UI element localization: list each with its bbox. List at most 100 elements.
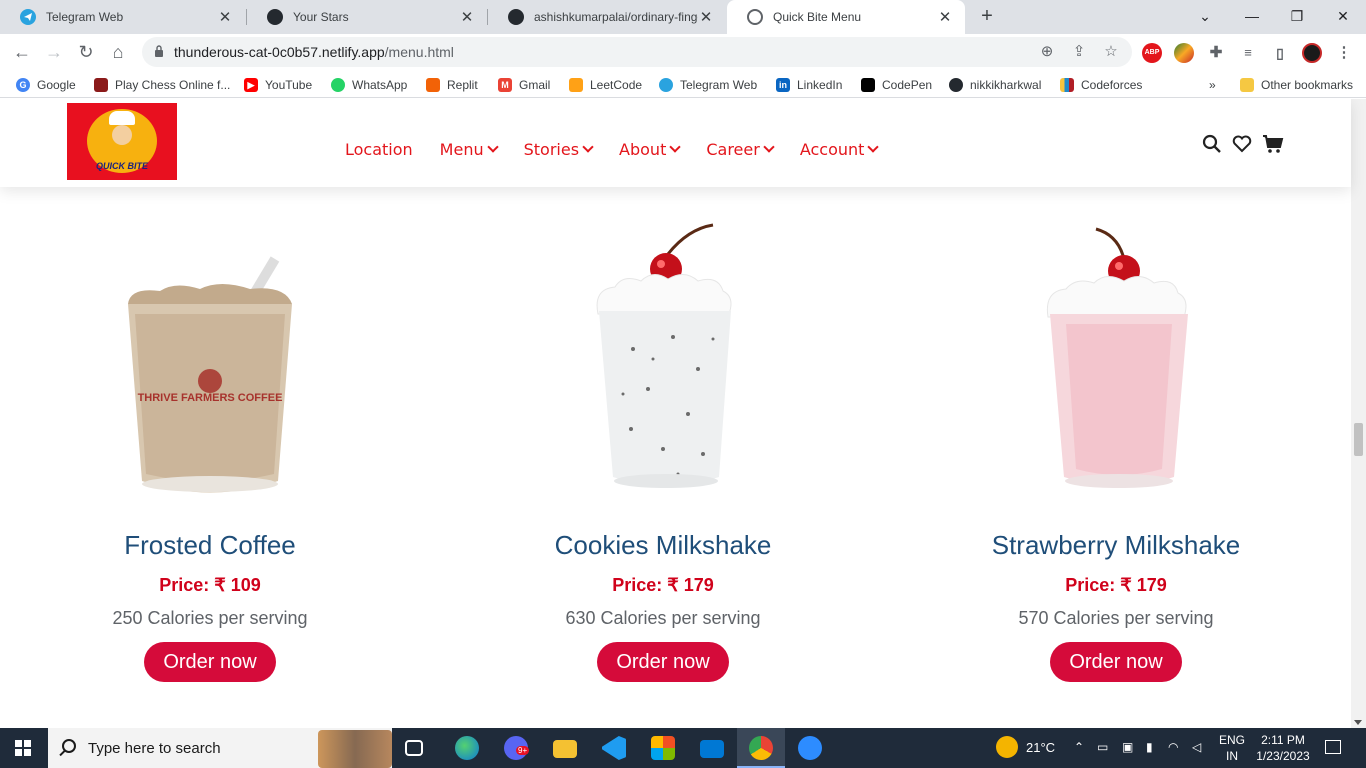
bookmark-codepen[interactable]: CodePen: [861, 76, 932, 94]
github-icon: [267, 9, 283, 25]
minimize-button[interactable]: —: [1240, 5, 1264, 29]
new-tab-button[interactable]: +: [977, 5, 997, 29]
discord-icon[interactable]: 9+: [504, 736, 530, 760]
order-now-button[interactable]: Order now: [1050, 642, 1182, 682]
tab-telegram[interactable]: Telegram Web ✕: [0, 0, 245, 34]
scroll-down-arrow-icon[interactable]: [1354, 720, 1362, 725]
bookmark-replit[interactable]: Replit: [426, 76, 478, 94]
other-bookmarks[interactable]: Other bookmarks: [1240, 76, 1353, 94]
bookmark-linkedin[interactable]: in LinkedIn: [776, 76, 842, 94]
nav-label: Career: [706, 140, 760, 159]
bookmark-chess[interactable]: Play Chess Online f...: [94, 76, 230, 94]
product-price: Price: ₹ 179: [1065, 575, 1167, 595]
product-card: THRIVE FARMERS COFFEE Frosted Coffee Pri…: [0, 219, 420, 699]
back-button[interactable]: ←: [11, 41, 33, 63]
extension-globe-icon[interactable]: [1174, 43, 1194, 63]
bookmark-label: YouTube: [265, 78, 313, 92]
close-tab-icon[interactable]: ✕: [698, 8, 714, 26]
vscode-icon[interactable]: [602, 736, 626, 760]
bookmark-github[interactable]: nikkikharkwal: [949, 76, 1041, 94]
close-tab-icon[interactable]: ✕: [459, 8, 475, 26]
nav-stories[interactable]: Stories: [524, 140, 594, 159]
search-icon[interactable]: [1202, 133, 1222, 155]
microphone-icon[interactable]: ▮: [1146, 740, 1153, 754]
url-path: /menu.html: [384, 44, 454, 60]
chevron-down-icon: [582, 141, 594, 153]
bookmark-google[interactable]: G Google: [16, 76, 76, 94]
product-calories: 630 Calories per serving: [565, 608, 761, 628]
page-scrollbar[interactable]: [1351, 99, 1366, 728]
home-button[interactable]: ⌂: [107, 41, 129, 63]
battery-icon[interactable]: ▣: [1122, 740, 1133, 754]
product-name: Cookies Milkshake: [554, 530, 772, 560]
more-bookmarks-button[interactable]: »: [1209, 76, 1216, 94]
nav-about[interactable]: About: [619, 140, 682, 159]
weather-temp[interactable]: 21°C: [1026, 740, 1055, 755]
language-indicator[interactable]: ENG IN: [1218, 732, 1246, 764]
header-actions: [1202, 133, 1284, 155]
scrollbar-thumb[interactable]: [1354, 423, 1363, 456]
weather-icon[interactable]: [996, 736, 1018, 758]
task-view-icon[interactable]: [405, 740, 423, 756]
close-tab-icon[interactable]: ✕: [217, 8, 233, 26]
network-icon[interactable]: ▭: [1097, 740, 1108, 754]
tab-title: ashishkumarpalai/ordinary-finge: [534, 10, 698, 24]
tab-github-repo[interactable]: ashishkumarpalai/ordinary-finge ✕: [488, 0, 726, 34]
forward-button[interactable]: →: [43, 41, 65, 63]
tab-your-stars[interactable]: Your Stars ✕: [247, 0, 487, 34]
reload-button[interactable]: ↻: [75, 41, 97, 63]
tab-quick-bite-menu[interactable]: Quick Bite Menu ✕: [727, 0, 965, 34]
bookmark-codeforces[interactable]: Codeforces: [1060, 76, 1142, 94]
profile-avatar[interactable]: [1302, 43, 1322, 63]
telegram-icon: [659, 78, 673, 92]
bookmark-label: nikkikharkwal: [970, 78, 1042, 92]
side-panel-icon[interactable]: ▯: [1270, 43, 1290, 63]
zoom-icon[interactable]: [798, 736, 822, 760]
order-now-button[interactable]: Order now: [597, 642, 729, 682]
address-bar[interactable]: thunderous-cat-0c0b57.netlify.app/menu.h…: [142, 37, 1132, 67]
bookmark-gmail[interactable]: M Gmail: [498, 76, 550, 94]
zoom-icon[interactable]: ⊕: [1038, 43, 1056, 61]
bookmark-label: CodePen: [882, 78, 933, 92]
wifi-icon[interactable]: ◠: [1168, 740, 1178, 754]
bookmark-star-icon[interactable]: ☆: [1102, 43, 1120, 61]
nav-account[interactable]: Account: [800, 140, 880, 159]
menu-kebab-icon[interactable]: ⋮: [1334, 43, 1354, 63]
nav-label: About: [619, 140, 667, 159]
windows-start-icon[interactable]: [15, 740, 31, 756]
replit-icon: [426, 78, 440, 92]
strawberry-milkshake-image: [1046, 227, 1188, 488]
cart-icon[interactable]: [1262, 133, 1284, 155]
tab-search-icon[interactable]: ⌄: [1193, 5, 1217, 29]
nav-menu[interactable]: Menu: [440, 140, 499, 159]
nav-career[interactable]: Career: [706, 140, 775, 159]
adblock-icon[interactable]: ABP: [1142, 43, 1162, 63]
bookmark-whatsapp[interactable]: WhatsApp: [331, 76, 407, 94]
bookmark-youtube[interactable]: ▶ YouTube: [244, 76, 312, 94]
file-explorer-icon[interactable]: [553, 740, 577, 758]
taskbar-search[interactable]: Type here to search: [48, 728, 392, 768]
restore-button[interactable]: ❐: [1285, 5, 1309, 29]
bookmark-label: Google: [37, 78, 76, 92]
system-clock[interactable]: 2:11 PM 1/23/2023: [1255, 732, 1311, 764]
reading-list-icon[interactable]: ≡: [1238, 43, 1258, 63]
volume-icon[interactable]: ◁: [1192, 740, 1201, 754]
microsoft-store-icon[interactable]: [651, 736, 675, 760]
bookmark-telegram[interactable]: Telegram Web: [659, 76, 757, 94]
product-calories: 570 Calories per serving: [1018, 608, 1214, 628]
show-hidden-icons[interactable]: ⌃: [1074, 740, 1084, 754]
clock-date: 1/23/2023: [1256, 749, 1310, 763]
order-now-button[interactable]: Order now: [144, 642, 276, 682]
close-window-button[interactable]: ✕: [1331, 5, 1355, 29]
extensions-puzzle-icon[interactable]: ✚: [1206, 43, 1226, 63]
bookmark-leetcode[interactable]: LeetCode: [569, 76, 642, 94]
share-icon[interactable]: ⇪: [1070, 43, 1088, 61]
mail-icon[interactable]: [700, 740, 724, 758]
close-tab-icon[interactable]: ✕: [937, 8, 953, 26]
quick-bite-logo[interactable]: QUICK BITE: [67, 103, 177, 180]
chrome-icon[interactable]: [749, 736, 773, 760]
edge-icon[interactable]: [455, 736, 479, 760]
nav-location[interactable]: Location: [345, 140, 413, 159]
heart-icon[interactable]: [1232, 133, 1252, 155]
notifications-icon[interactable]: [1325, 740, 1341, 754]
